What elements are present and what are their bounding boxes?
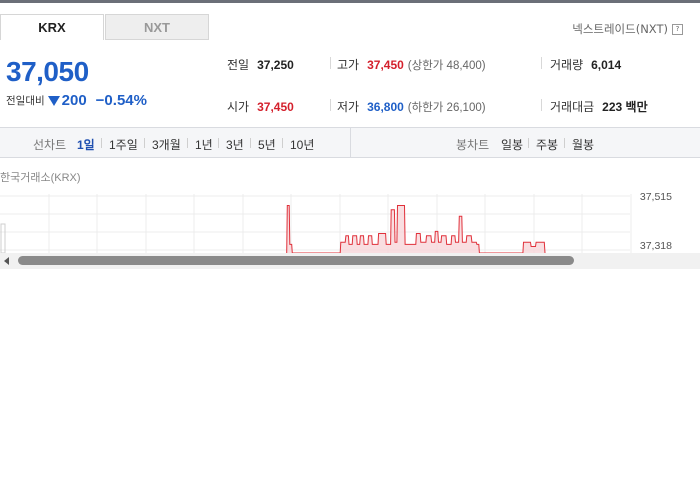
divider	[350, 128, 351, 157]
help-icon[interactable]: ?	[672, 23, 683, 35]
divider	[250, 138, 251, 148]
divider	[187, 138, 188, 148]
stat-trade-amount: 거래대금 223 백만	[550, 98, 648, 115]
stat-label: 시가	[227, 100, 250, 114]
stat-prev-close: 전일 37,250	[227, 56, 294, 73]
candle-weekly[interactable]: 주봉	[536, 136, 558, 153]
stat-label: 저가	[337, 100, 360, 114]
change-value: 200	[61, 92, 87, 109]
stat-label: 거래대금	[550, 100, 595, 114]
chart-scrollbar[interactable]	[0, 253, 700, 269]
range-marker	[0, 223, 6, 253]
current-price: 37,050	[6, 56, 89, 87]
top-border	[0, 0, 700, 3]
divider	[218, 138, 219, 148]
stat-volume: 거래량 6,014	[550, 56, 621, 73]
divider	[541, 57, 542, 69]
stat-sub: (하한가 26,100)	[407, 102, 486, 114]
stat-high: 고가 37,450 (상한가 48,400)	[337, 56, 486, 73]
chart-period-bar: 선차트 1일 1주일 3개월 1년 3년 5년 10년 봉차트 일봉 주봉 월봉	[0, 127, 700, 158]
scroll-thumb[interactable]	[18, 256, 574, 265]
stat-label: 고가	[337, 58, 360, 72]
stat-value: 223 백만	[602, 100, 648, 114]
period-3m[interactable]: 3개월	[152, 136, 181, 153]
chart-y-ticks: 37,515 37,318	[640, 191, 672, 252]
stat-value: 37,450	[367, 58, 404, 72]
candle-daily[interactable]: 일봉	[501, 136, 523, 153]
chart-source: 한국거래소(KRX)	[0, 172, 81, 184]
divider	[101, 138, 102, 148]
change-percent: −0.54%	[95, 92, 147, 109]
stat-sub: (상한가 48,400)	[407, 60, 486, 72]
stat-value: 6,014	[591, 58, 622, 72]
down-triangle-icon	[47, 95, 60, 106]
nxt-link-label: 넥스트레이드(NXT)	[572, 22, 668, 36]
divider	[541, 99, 542, 111]
line-chart-label: 선차트	[33, 138, 67, 152]
divider	[282, 138, 283, 148]
period-10y[interactable]: 10년	[290, 136, 314, 153]
stat-value: 37,450	[257, 100, 294, 114]
series-area	[286, 205, 545, 253]
divider	[330, 57, 331, 69]
period-3y[interactable]: 3년	[226, 136, 244, 153]
tab-nxt[interactable]: NXT	[105, 14, 209, 40]
y-tick-label: 37,515	[640, 191, 672, 203]
period-1y[interactable]: 1년	[195, 136, 213, 153]
period-1d[interactable]: 1일	[77, 136, 95, 153]
stat-label: 전일	[227, 58, 250, 72]
divider	[330, 99, 331, 111]
divider	[144, 138, 145, 148]
y-tick-label: 37,318	[640, 240, 672, 252]
stat-open: 시가 37,450	[227, 98, 294, 115]
candle-chart-label: 봉차트	[456, 138, 490, 152]
price-change: 전일대비 200 −0.54%	[6, 92, 147, 109]
stat-value: 37,250	[257, 58, 294, 72]
stat-value: 36,800	[367, 100, 404, 114]
divider	[528, 138, 529, 148]
change-label: 전일대비	[6, 95, 45, 107]
divider	[564, 138, 565, 148]
period-1w[interactable]: 1주일	[109, 136, 138, 153]
candle-monthly[interactable]: 월봉	[572, 136, 594, 153]
tab-krx[interactable]: KRX	[0, 14, 104, 40]
nxt-info-link[interactable]: 넥스트레이드(NXT) ?	[572, 21, 683, 37]
scroll-left-icon[interactable]	[4, 257, 9, 265]
stat-label: 거래량	[550, 58, 584, 72]
chart-series	[286, 205, 546, 253]
stat-low: 저가 36,800 (하한가 26,100)	[337, 98, 486, 115]
price-chart: 37,515 37,318	[0, 191, 672, 253]
period-5y[interactable]: 5년	[258, 136, 276, 153]
